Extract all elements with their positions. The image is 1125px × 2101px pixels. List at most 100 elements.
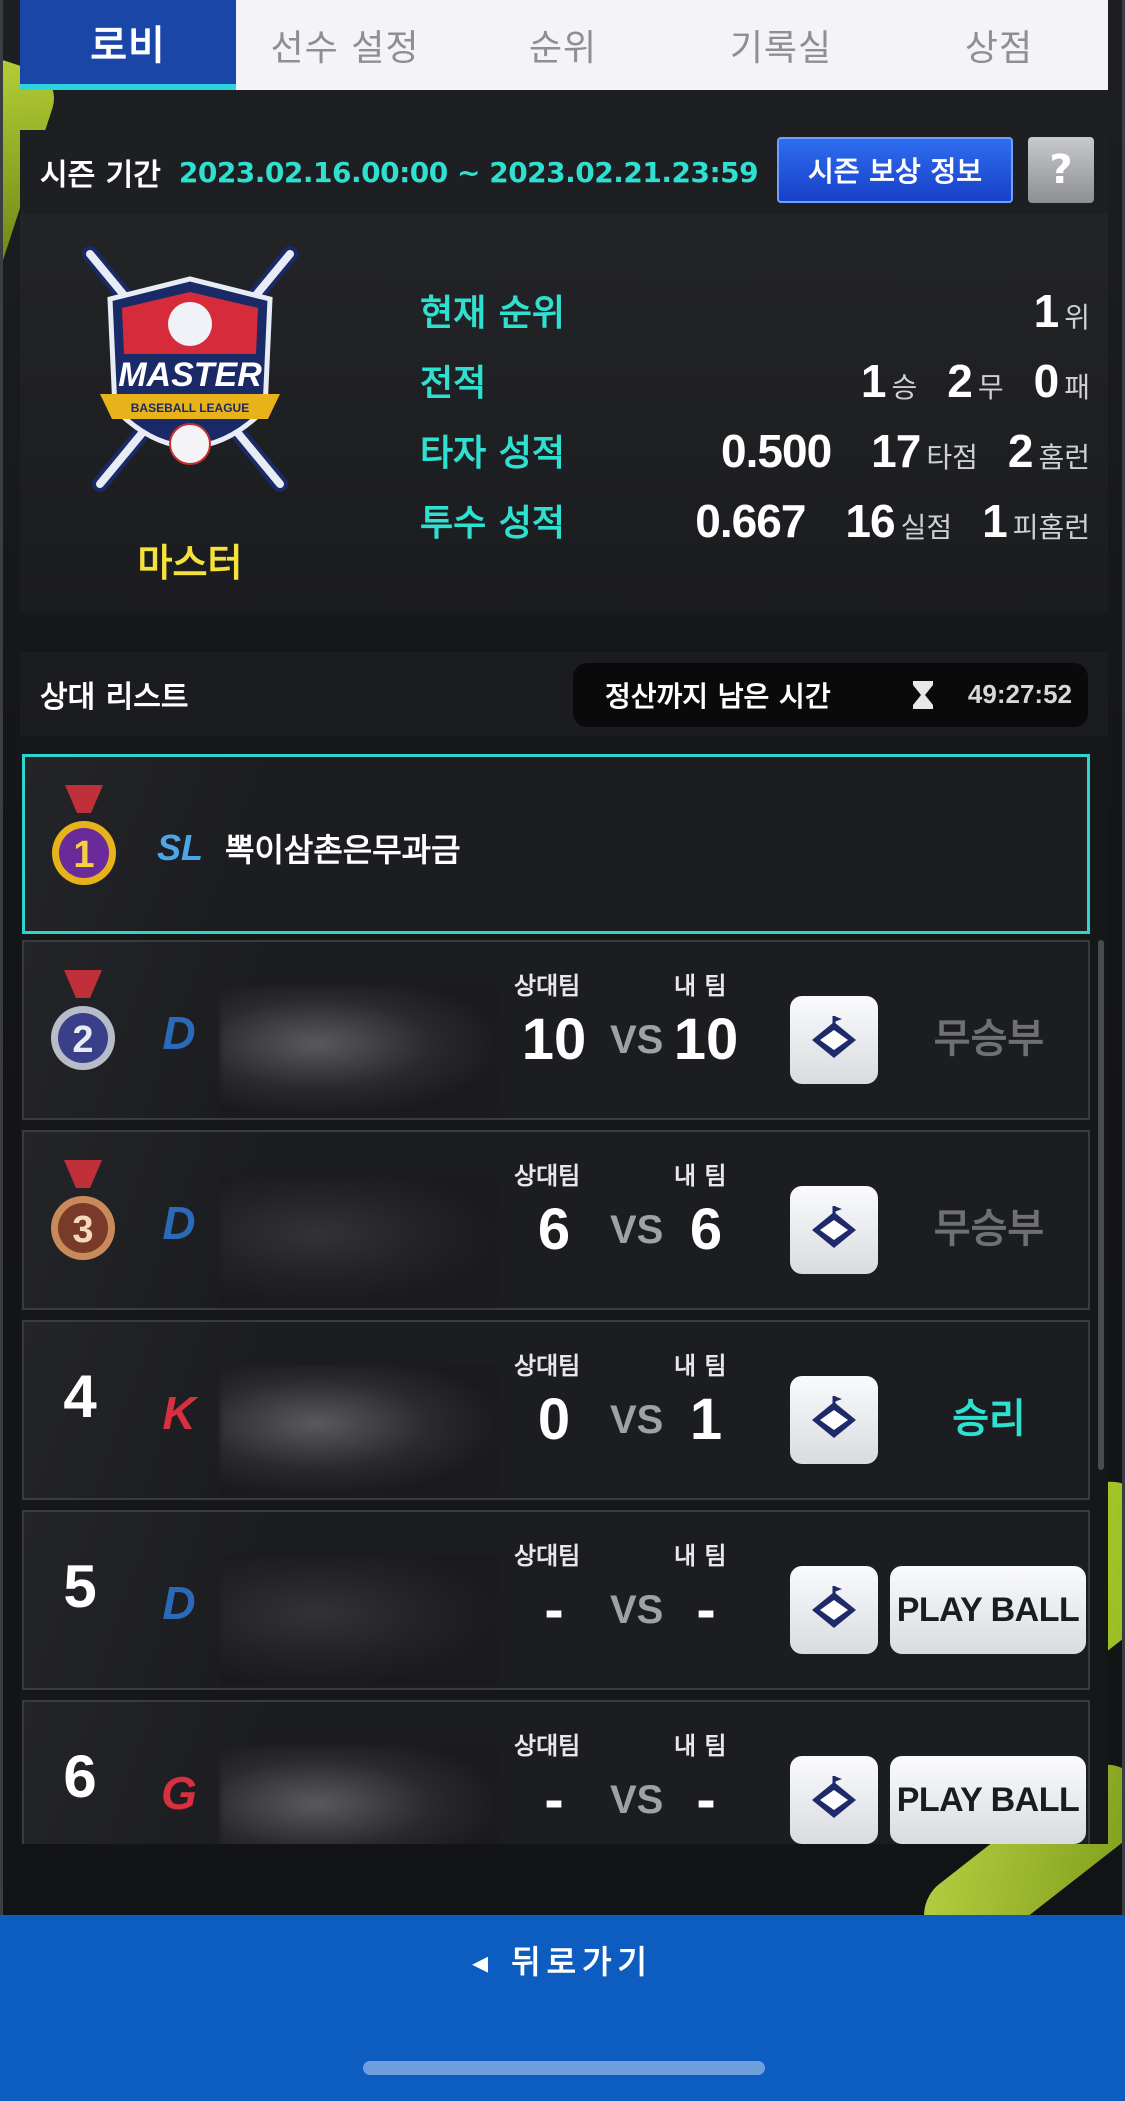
stat-label: 타자 성적 (420, 433, 566, 474)
my-score: - (696, 1577, 716, 1642)
stadium-icon (812, 1016, 856, 1058)
rbi-value: 17 (871, 425, 921, 477)
vs-label: VS (610, 1588, 664, 1632)
team-logo-d-icon: D (162, 1197, 196, 1249)
stadium-button[interactable] (790, 996, 878, 1084)
losses-unit: 패 (1064, 371, 1090, 404)
stadium-button[interactable] (790, 1186, 878, 1274)
stat-row-pitching: 투수 성적 0.667 16 실점 1 피홈런 (420, 494, 1090, 554)
vs-label: VS (610, 1778, 664, 1822)
draws-value: 2 (947, 355, 973, 407)
silver-medal-icon: 2 (51, 970, 115, 1070)
score-block: 상대팀 내 팀 - VS - (502, 1726, 762, 1844)
opp-score: 6 (537, 1197, 571, 1262)
stadium-icon (812, 1396, 856, 1438)
season-dates: 2023.02.16.00:00 ~ 2023.02.21.23:59 (178, 155, 759, 189)
draws-unit: 무 (977, 371, 1004, 404)
tab-player-settings[interactable]: 선수 설정 (236, 0, 454, 90)
stadium-button[interactable] (790, 1756, 878, 1844)
team-logo-sl-icon: SL (156, 827, 203, 868)
my-score-label: 내 팀 (674, 1162, 727, 1190)
season-reward-button[interactable]: 시즌 보상 정보 (777, 137, 1013, 203)
blurred-player-name (220, 1176, 496, 1304)
season-label: 시즌 기간 (40, 158, 161, 193)
rank-number: 5 (63, 1553, 97, 1620)
runs-value: 16 (845, 495, 895, 547)
tab-ranking[interactable]: 순위 (454, 0, 672, 90)
tab-shop[interactable]: 상점 (890, 0, 1108, 90)
tier-name: 마스터 (137, 541, 243, 585)
play-ball-button[interactable]: PLAY BALL (890, 1756, 1086, 1844)
opponent-list-title: 상대 리스트 (40, 680, 189, 715)
timer-label: 정산까지 남은 시간 (605, 680, 831, 713)
stadium-icon (812, 1776, 856, 1818)
help-button[interactable]: ? (1028, 137, 1094, 203)
medal-rank: 3 (72, 1209, 93, 1251)
medal-rank: 2 (72, 1019, 93, 1061)
match-result: 승리 (952, 1396, 1026, 1442)
opponent-row: 2 D 상대팀 내 팀 10 VS 10 무승부 (22, 940, 1090, 1120)
wins-unit: 승 (891, 371, 918, 404)
emblem-text: MASTER (118, 356, 262, 394)
stat-row-rank: 현재 순위 1 위 (420, 284, 1090, 344)
play-ball-button[interactable]: PLAY BALL (890, 1566, 1086, 1654)
hr-value: 2 (1007, 425, 1034, 477)
opp-score-label: 상대팀 (514, 1162, 581, 1190)
my-score: 1 (689, 1387, 723, 1452)
hr-unit: 홈런 (1038, 441, 1090, 474)
stadium-icon (812, 1206, 856, 1248)
hr-allowed-value: 1 (982, 495, 1008, 547)
score-block: 상대팀 내 팀 10 VS 10 (502, 966, 762, 1106)
my-score-label: 내 팀 (674, 1732, 727, 1760)
opponent-row: 4 K 상대팀 내 팀 0 VS 1 승리 (22, 1320, 1090, 1500)
bronze-medal-icon: 3 (51, 1160, 115, 1260)
stadium-icon (812, 1586, 856, 1628)
list-scrollbar[interactable] (1098, 940, 1104, 1470)
tab-lobby[interactable]: 로비 (20, 0, 236, 90)
opponent-row: 3 D 상대팀 내 팀 6 VS 6 무승부 (22, 1130, 1090, 1310)
score-block: 상대팀 내 팀 6 VS 6 (502, 1156, 762, 1296)
master-tier-emblem-icon: MASTER BASEBALL LEAGUE (82, 246, 298, 492)
wins-value: 1 (860, 355, 887, 407)
hr-allowed-unit: 피홈런 (1012, 511, 1090, 544)
team-logo-d-icon: D (162, 1007, 196, 1059)
opp-score: 0 (537, 1387, 571, 1452)
hourglass-icon (913, 681, 933, 709)
stat-row-record: 전적 1 승 2 무 0 패 (420, 354, 1090, 414)
medal-rank: 1 (73, 834, 94, 876)
tab-records[interactable]: 기록실 (672, 0, 890, 90)
my-score: 6 (689, 1197, 723, 1262)
gold-medal-icon: 1 (52, 785, 116, 885)
stadium-button[interactable] (790, 1376, 878, 1464)
vs-label: VS (610, 1398, 664, 1442)
stat-row-batting: 타자 성적 0.500 17 타점 2 홈런 (420, 424, 1090, 484)
my-score-label: 내 팀 (674, 1352, 727, 1380)
opponent-row: 5 D 상대팀 내 팀 - VS - PLAY BALL (22, 1510, 1090, 1690)
team-logo-k-icon: K (162, 1387, 196, 1439)
rank-value: 1 (1033, 285, 1060, 337)
opp-score: - (544, 1767, 564, 1832)
opponent-row: 6 G 상대팀 내 팀 - VS - PLAY BALL (22, 1700, 1090, 1844)
pitching-era: 0.667 (695, 495, 806, 547)
team-logo-d-icon: D (162, 1577, 196, 1629)
vs-label: VS (610, 1208, 664, 1252)
home-indicator[interactable] (363, 2061, 765, 2075)
vs-label: VS (610, 1018, 664, 1062)
opp-score-label: 상대팀 (514, 1542, 581, 1570)
opp-score-label: 상대팀 (514, 1732, 581, 1760)
back-button[interactable]: ◂ 뒤로가기 (0, 1937, 1125, 1983)
opponent-list[interactable]: 1 SL 뽁이삼촌은무과금 2 D 상대팀 내 팀 10 VS 10 무승부 3… (20, 736, 1108, 1844)
opp-score: - (544, 1577, 564, 1642)
stadium-button[interactable] (790, 1566, 878, 1654)
score-block: 상대팀 내 팀 - VS - (502, 1536, 762, 1676)
blurred-player-name (220, 1366, 496, 1494)
rank-unit: 위 (1064, 301, 1090, 334)
blurred-player-name (220, 1746, 496, 1844)
stat-label: 현재 순위 (420, 293, 566, 334)
rank-number: 6 (63, 1743, 97, 1810)
blurred-player-name (220, 1556, 496, 1684)
team-logo-g-icon: G (161, 1767, 197, 1819)
rbi-unit: 타점 (926, 441, 978, 474)
runs-unit: 실점 (900, 511, 953, 544)
opp-score-label: 상대팀 (514, 1352, 581, 1380)
